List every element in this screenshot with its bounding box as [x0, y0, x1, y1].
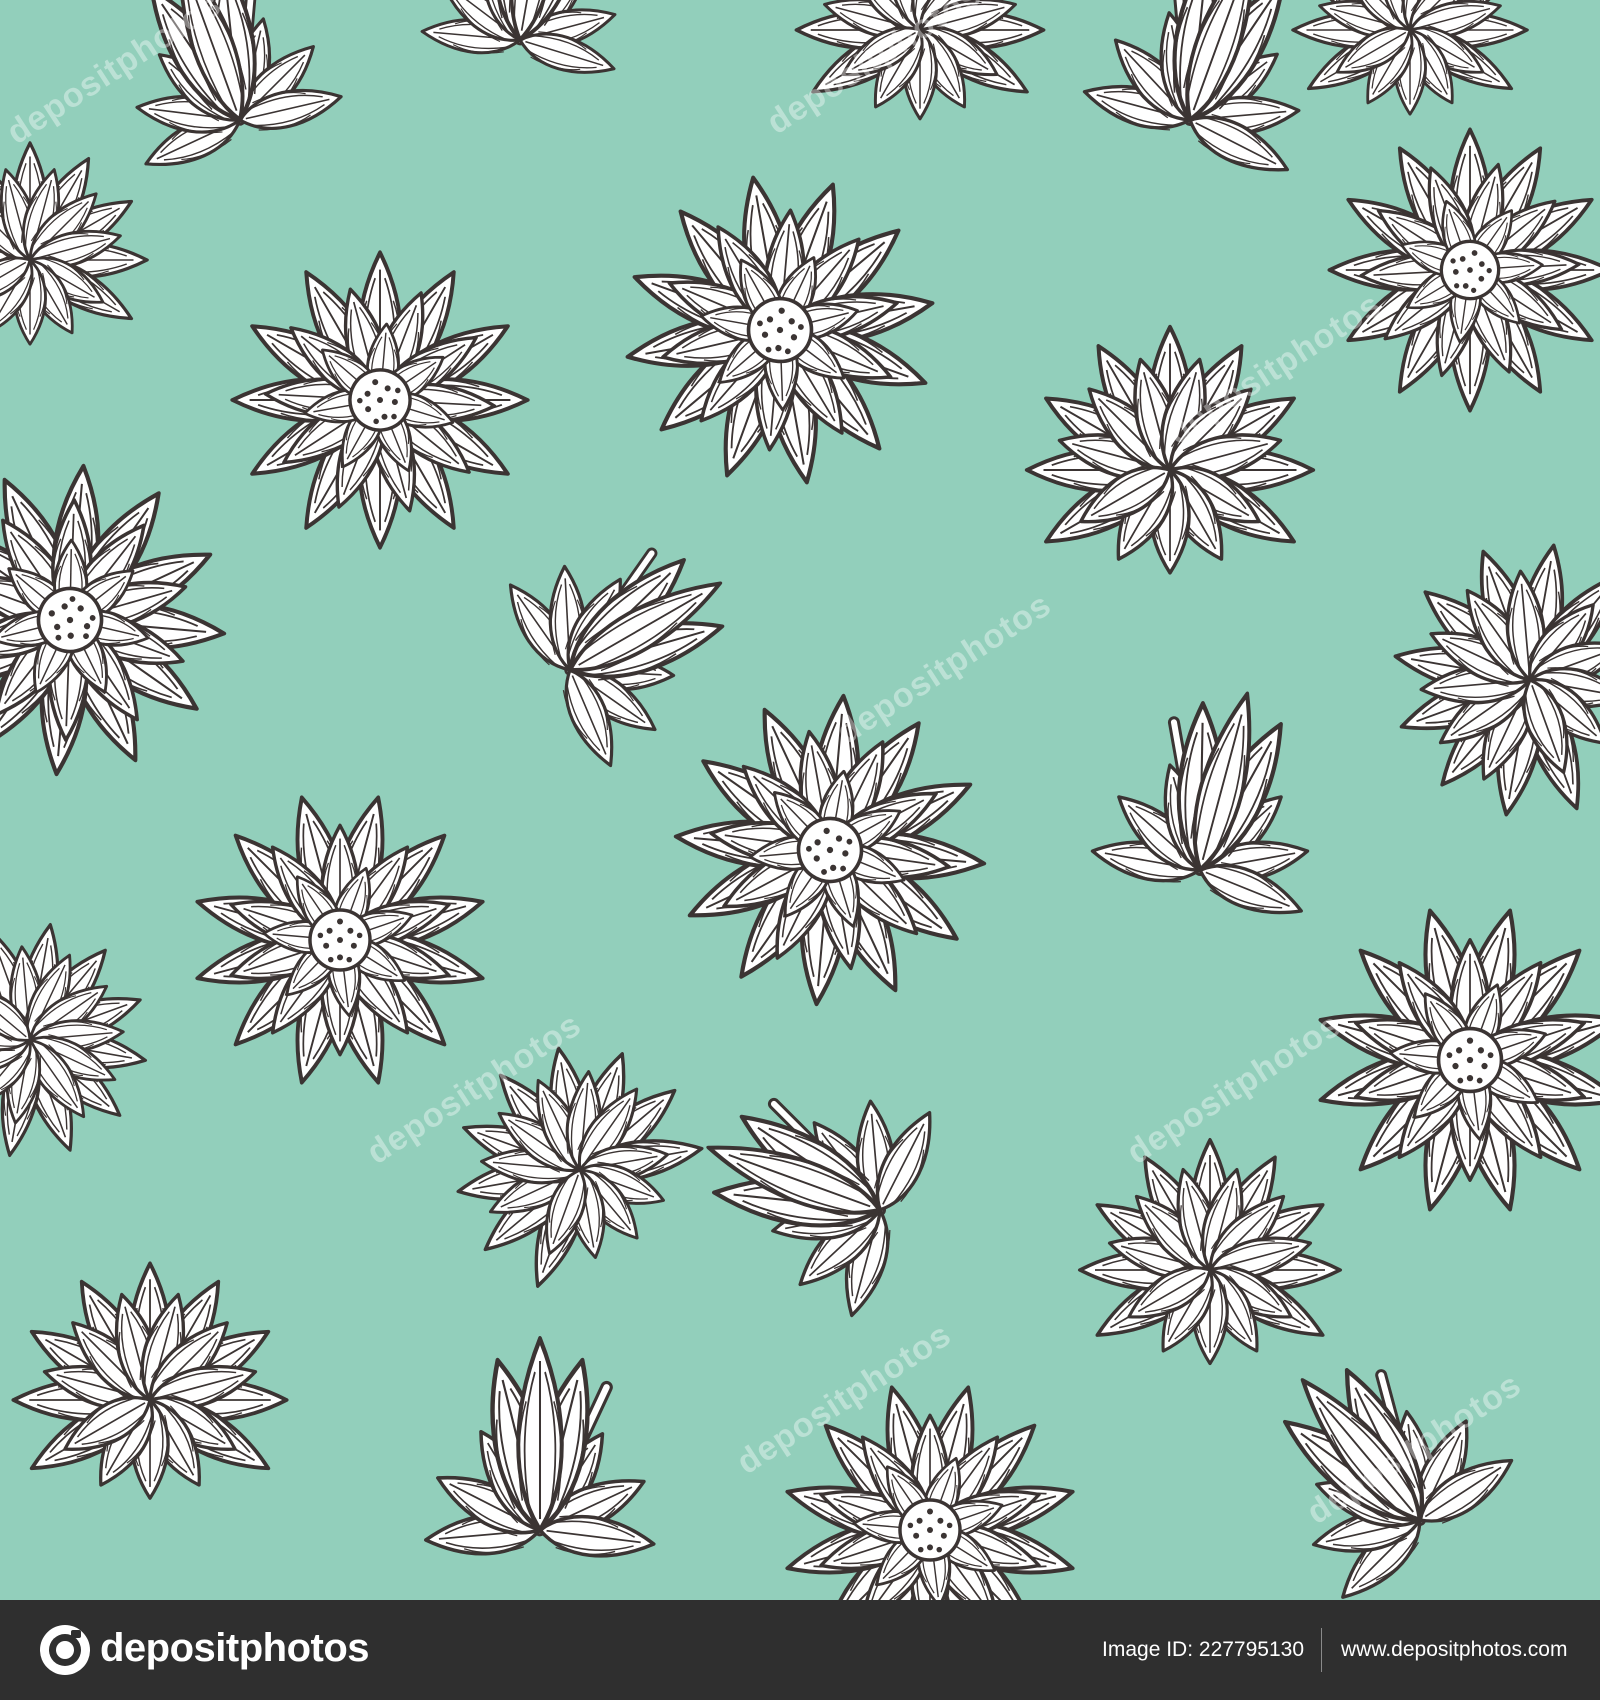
lotus-pattern: depositphotos depositphotos depositphotos d… — [0, 0, 1600, 1600]
image-id-text: Image ID: 227795130 — [1102, 1638, 1304, 1661]
camera-aperture-icon — [40, 1625, 90, 1675]
footer-divider — [1321, 1628, 1322, 1672]
brand-name[interactable]: depositphotos — [100, 1622, 370, 1674]
lotus-pattern-canvas — [0, 0, 1600, 1600]
site-url-link[interactable]: www.depositphotos.com — [1341, 1636, 1567, 1664]
stock-footer-bar: depositphotos Image ID: 227795130 www.de… — [0, 1600, 1600, 1700]
